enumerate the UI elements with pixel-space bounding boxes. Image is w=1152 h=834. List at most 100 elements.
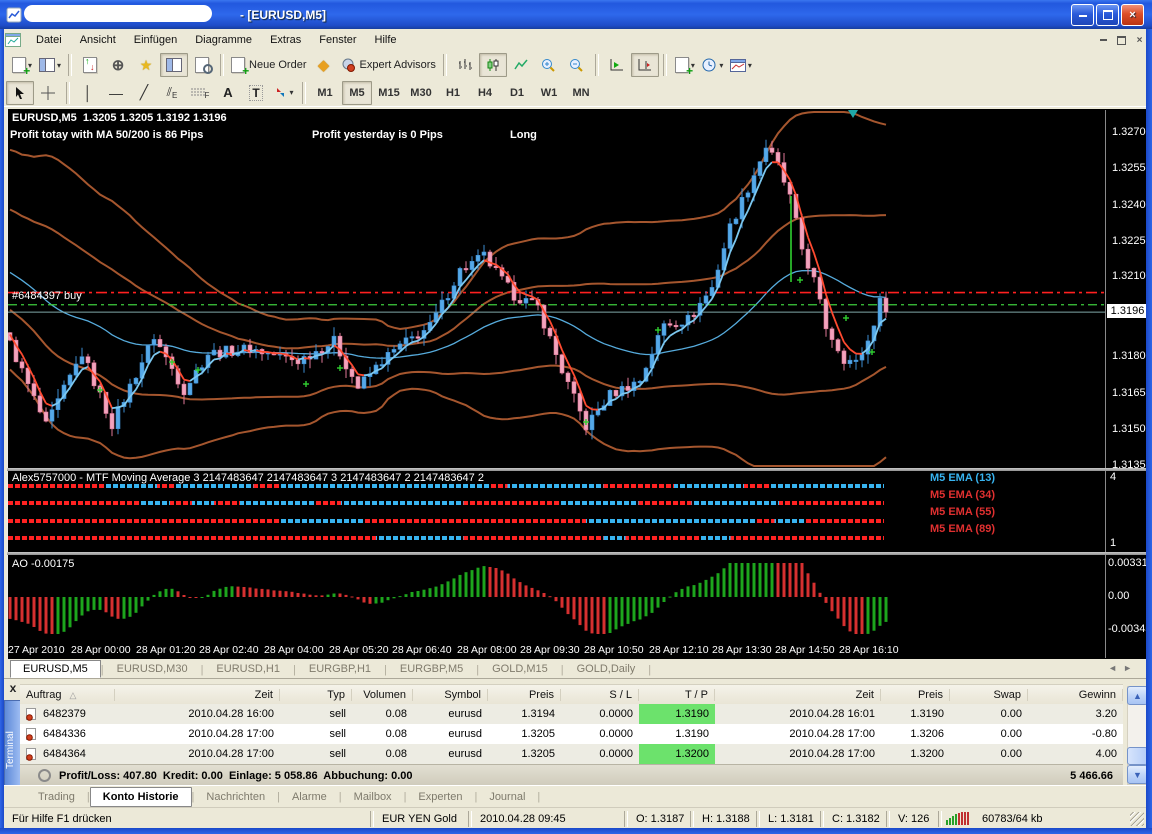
auto-scroll-button[interactable] bbox=[603, 53, 631, 77]
line-chart-button[interactable] bbox=[507, 53, 535, 77]
terminal-tab-trading[interactable]: Trading bbox=[26, 788, 87, 806]
timeframe-w1[interactable]: W1 bbox=[534, 81, 564, 105]
column-header-preis2[interactable]: Preis bbox=[881, 689, 950, 701]
chart-tab-eurusd-h1[interactable]: EURUSD,H1 bbox=[203, 660, 293, 678]
tab-scroll-arrows[interactable]: ◄► bbox=[1108, 663, 1138, 673]
arrow-object-icon[interactable] bbox=[848, 110, 858, 118]
favorites-button[interactable]: ★ bbox=[132, 53, 160, 77]
scrollbar-thumb[interactable] bbox=[1127, 747, 1148, 765]
navigator-toggle-button[interactable] bbox=[160, 53, 188, 77]
subwindow-separator[interactable] bbox=[7, 468, 1146, 471]
column-header-swap[interactable]: Swap bbox=[950, 689, 1028, 701]
templates-button[interactable]: ▾ bbox=[727, 53, 755, 77]
subwindow-separator[interactable] bbox=[7, 552, 1146, 555]
orders-table-header[interactable]: Auftrag△ZeitTypVolumenSymbolPreisS / LT … bbox=[20, 684, 1123, 706]
column-header-typ[interactable]: Typ bbox=[280, 689, 352, 701]
column-header-sl[interactable]: S / L bbox=[561, 689, 639, 701]
new-chart-button[interactable]: +▾ bbox=[8, 53, 36, 77]
expert-advisors-button[interactable]: Expert Advisors bbox=[338, 53, 439, 77]
main-price-chart[interactable] bbox=[8, 110, 1105, 468]
terminal-tab-nachrichten[interactable]: Nachrichten bbox=[194, 788, 277, 806]
text-label-tool[interactable]: T bbox=[242, 81, 270, 105]
cell-zeit: 2010.04.28 16:00 bbox=[115, 704, 280, 724]
timeframe-m1[interactable]: M1 bbox=[310, 81, 340, 105]
chart-tab-gold-m15[interactable]: GOLD,M15 bbox=[479, 660, 561, 678]
column-header-symbol[interactable]: Symbol bbox=[413, 689, 488, 701]
data-window-button[interactable] bbox=[188, 53, 216, 77]
timeframe-m30[interactable]: M30 bbox=[406, 81, 436, 105]
column-header-preis[interactable]: Preis bbox=[488, 689, 561, 701]
table-row[interactable]: 64843642010.04.28 17:00sell0.08eurusd1.3… bbox=[20, 744, 1123, 764]
trendline-tool[interactable]: ╱ bbox=[130, 81, 158, 105]
menu-item-diagramme[interactable]: Diagramme bbox=[186, 31, 261, 49]
chart-tab-eurusd-m5[interactable]: EURUSD,M5 bbox=[10, 660, 101, 678]
window-minimize-button[interactable] bbox=[1071, 4, 1094, 26]
chart-tab-eurgbp-h1[interactable]: EURGBP,H1 bbox=[296, 660, 384, 678]
chart-tab-eurusd-m30[interactable]: EURUSD,M30 bbox=[104, 660, 201, 678]
terminal-tab-mailbox[interactable]: Mailbox bbox=[342, 788, 404, 806]
timeframe-m15[interactable]: M15 bbox=[374, 81, 404, 105]
column-header-auftrag[interactable]: Auftrag△ bbox=[20, 689, 115, 701]
column-header-gewinn[interactable]: Gewinn bbox=[1028, 689, 1123, 701]
timeframe-mn[interactable]: MN bbox=[566, 81, 596, 105]
chart-shift-button[interactable] bbox=[631, 53, 659, 77]
expert-advisors-icon bbox=[341, 58, 356, 72]
terminal-tab-experten[interactable]: Experten bbox=[406, 788, 474, 806]
terminal-tab-konto-historie[interactable]: Konto Historie bbox=[90, 787, 192, 807]
scroll-down-button[interactable]: ▼ bbox=[1127, 765, 1148, 784]
bar-chart-button[interactable] bbox=[451, 53, 479, 77]
profiles-button[interactable]: ▾ bbox=[36, 53, 64, 77]
arrows-tool[interactable]: ▾ bbox=[270, 81, 298, 105]
crosshair-tool-button[interactable] bbox=[34, 81, 62, 105]
status-bar: Für Hilfe F1 drücken EUR YEN Gold 2010.0… bbox=[4, 807, 1146, 829]
menu-item-einfügen[interactable]: Einfügen bbox=[125, 31, 186, 49]
timeframe-h1[interactable]: H1 bbox=[438, 81, 468, 105]
zoom-in-button[interactable] bbox=[535, 53, 563, 77]
crosshair-mode-button[interactable]: ⊕ bbox=[104, 53, 132, 77]
price-tick: 1.3165 bbox=[1112, 387, 1146, 399]
horizontal-line-tool[interactable]: — bbox=[102, 81, 130, 105]
cell-swap: 0.00 bbox=[950, 724, 1028, 744]
cursor-tool-button[interactable] bbox=[6, 81, 34, 105]
zoom-out-button[interactable] bbox=[563, 53, 591, 77]
timeframe-h4[interactable]: H4 bbox=[470, 81, 500, 105]
ao-indicator-chart[interactable] bbox=[8, 556, 1105, 640]
menu-item-extras[interactable]: Extras bbox=[261, 31, 310, 49]
scroll-up-button[interactable]: ▲ bbox=[1127, 686, 1148, 705]
chart-tab-gold-daily[interactable]: GOLD,Daily bbox=[564, 660, 649, 678]
column-header-tp[interactable]: T / P bbox=[639, 689, 715, 701]
menu-item-fenster[interactable]: Fenster bbox=[310, 31, 365, 49]
new-order-button[interactable]: +Neue Order bbox=[228, 53, 309, 77]
timeframe-m5[interactable]: M5 bbox=[342, 81, 372, 105]
window-frame bbox=[0, 828, 1152, 834]
resize-grip[interactable] bbox=[1130, 812, 1144, 826]
channel-tool[interactable]: ⫽E bbox=[158, 81, 186, 105]
column-header-volumen[interactable]: Volumen bbox=[352, 689, 413, 701]
metaeditor-button[interactable]: ◆ bbox=[310, 53, 338, 77]
time-tick: 28 Apr 16:10 bbox=[839, 644, 899, 656]
vertical-line-tool[interactable]: │ bbox=[74, 81, 102, 105]
chart-tab-bar: EURUSD,M5|EURUSD,M30|EURUSD,H1|EURGBP,H1… bbox=[4, 659, 1146, 679]
periods-button[interactable]: ▾ bbox=[699, 53, 727, 77]
menu-item-hilfe[interactable]: Hilfe bbox=[366, 31, 406, 49]
column-header-zeit[interactable]: Zeit bbox=[115, 689, 280, 701]
terminal-close-button[interactable]: x bbox=[6, 682, 20, 696]
indicators-button[interactable]: +▾ bbox=[671, 53, 699, 77]
menu-item-datei[interactable]: Datei bbox=[27, 31, 71, 49]
table-row[interactable]: 64843362010.04.28 17:00sell0.08eurusd1.3… bbox=[20, 724, 1123, 744]
terminal-tab-alarme[interactable]: Alarme bbox=[280, 788, 339, 806]
ao-axis-label: 0.00 bbox=[1108, 590, 1129, 602]
chart-tab-eurgbp-m5[interactable]: EURGBP,M5 bbox=[387, 660, 476, 678]
table-row[interactable]: 64823792010.04.28 16:00sell0.08eurusd1.3… bbox=[20, 704, 1123, 724]
candlestick-chart-button[interactable] bbox=[479, 53, 507, 77]
menu-item-ansicht[interactable]: Ansicht bbox=[71, 31, 125, 49]
timeframe-d1[interactable]: D1 bbox=[502, 81, 532, 105]
cell-sl: 0.0000 bbox=[561, 704, 639, 724]
column-header-zeit2[interactable]: Zeit bbox=[715, 689, 881, 701]
terminal-tab-journal[interactable]: Journal bbox=[477, 788, 537, 806]
tick-chart-button[interactable]: ↑↓ bbox=[76, 53, 104, 77]
line-studies-toolbar: │ — ╱ ⫽E F A T ▾ M1M5M15M30H1H4D1W1MN bbox=[0, 79, 1152, 107]
fibonacci-tool[interactable]: F bbox=[186, 81, 214, 105]
text-tool[interactable]: A bbox=[214, 81, 242, 105]
price-tick: 1.3270 bbox=[1112, 126, 1146, 138]
